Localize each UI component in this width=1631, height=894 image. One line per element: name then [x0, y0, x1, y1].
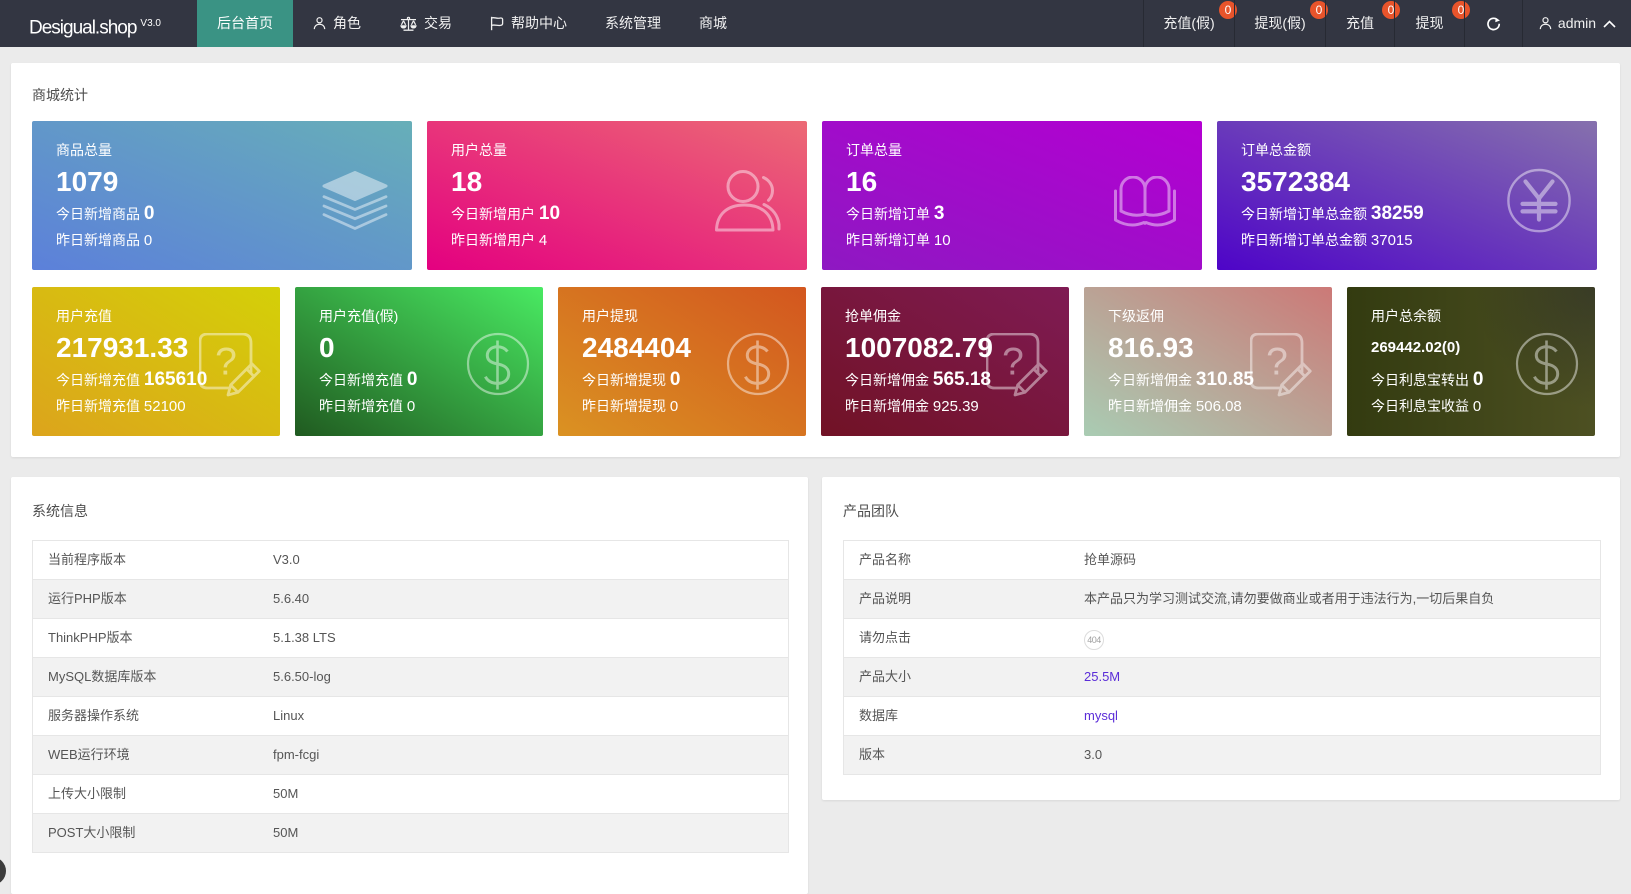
svg-text:?: ?	[1002, 341, 1024, 384]
svg-text:?: ?	[215, 341, 237, 384]
svg-text:?: ?	[1266, 341, 1288, 384]
